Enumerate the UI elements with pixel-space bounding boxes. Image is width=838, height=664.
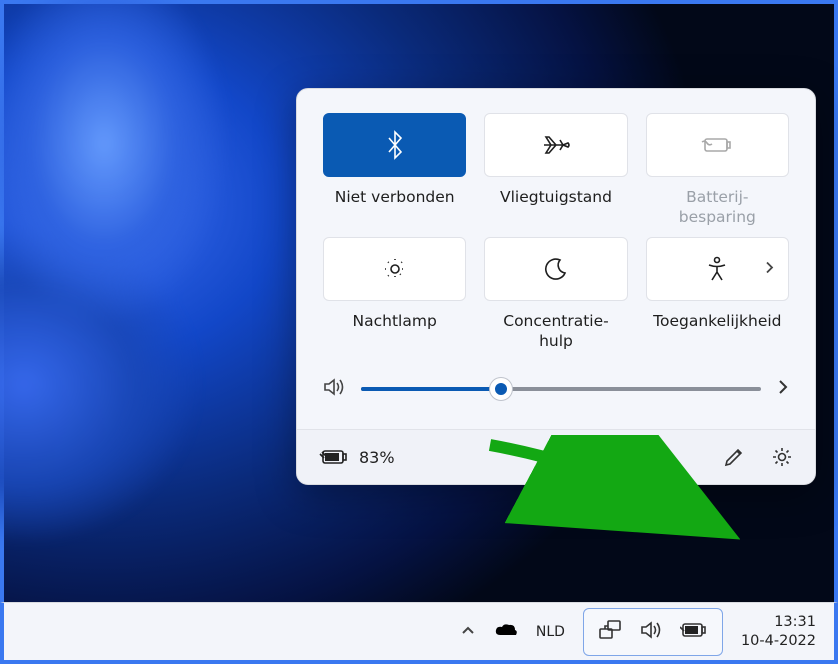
volume-row <box>297 357 815 429</box>
tile-accessibility: Toegankelijkheid <box>646 237 789 353</box>
airplane-icon <box>541 133 571 157</box>
battery-saver-toggle[interactable] <box>646 113 789 177</box>
focus-assist-toggle[interactable] <box>484 237 627 301</box>
tile-bluetooth: Niet verbonden <box>323 113 466 229</box>
gear-icon <box>771 446 793 468</box>
chevron-right-icon <box>764 260 774 279</box>
edit-button[interactable] <box>723 446 745 468</box>
bluetooth-icon <box>383 130 407 160</box>
sun-icon <box>382 256 408 282</box>
volume-expand-icon[interactable] <box>777 378 789 400</box>
clock-time: 13:31 <box>741 613 816 631</box>
accessibility-icon <box>705 256 729 282</box>
tile-night-light: Nachtlamp <box>323 237 466 353</box>
pencil-icon <box>723 446 745 468</box>
airplane-label: Vliegtuigstand <box>500 187 612 229</box>
battery-percent-text: 83% <box>359 448 395 467</box>
night-light-toggle[interactable] <box>323 237 466 301</box>
tile-focus-assist: Concentratie- hulp <box>484 237 627 353</box>
onedrive-tray-icon[interactable] <box>494 621 518 643</box>
accessibility-toggle[interactable] <box>646 237 789 301</box>
night-light-label: Nachtlamp <box>353 311 437 353</box>
panel-footer: 83% <box>297 429 815 484</box>
taskbar: NLD 13:31 10-4-2022 <box>0 602 838 664</box>
volume-tray-icon <box>640 620 662 644</box>
settings-button[interactable] <box>771 446 793 468</box>
battery-charging-icon <box>319 448 349 466</box>
tile-airplane: Vliegtuigstand <box>484 113 627 229</box>
battery-tray-icon <box>680 622 708 642</box>
bluetooth-toggle[interactable] <box>323 113 466 177</box>
tile-battery-saver: Batterij- besparing <box>646 113 789 229</box>
clock-date: 10-4-2022 <box>741 632 816 650</box>
battery-saver-icon <box>700 135 734 155</box>
taskbar-clock[interactable]: 13:31 10-4-2022 <box>741 613 816 649</box>
volume-slider[interactable] <box>361 387 761 391</box>
volume-icon[interactable] <box>323 377 345 401</box>
network-tray-icon <box>598 619 622 645</box>
system-tray-group[interactable] <box>583 608 723 656</box>
battery-status[interactable]: 83% <box>319 448 395 467</box>
language-indicator[interactable]: NLD <box>536 624 565 640</box>
bluetooth-label: Niet verbonden <box>335 187 455 229</box>
moon-icon <box>544 257 568 281</box>
battery-saver-label: Batterij- besparing <box>679 187 756 229</box>
quick-settings-tiles: Niet verbonden Vliegtuigstand Batterij- … <box>297 89 815 357</box>
focus-assist-label: Concentratie- hulp <box>503 311 608 353</box>
accessibility-label: Toegankelijkheid <box>653 311 781 353</box>
tray-overflow-button[interactable] <box>460 624 476 640</box>
quick-settings-panel: Niet verbonden Vliegtuigstand Batterij- … <box>296 88 816 485</box>
airplane-toggle[interactable] <box>484 113 627 177</box>
